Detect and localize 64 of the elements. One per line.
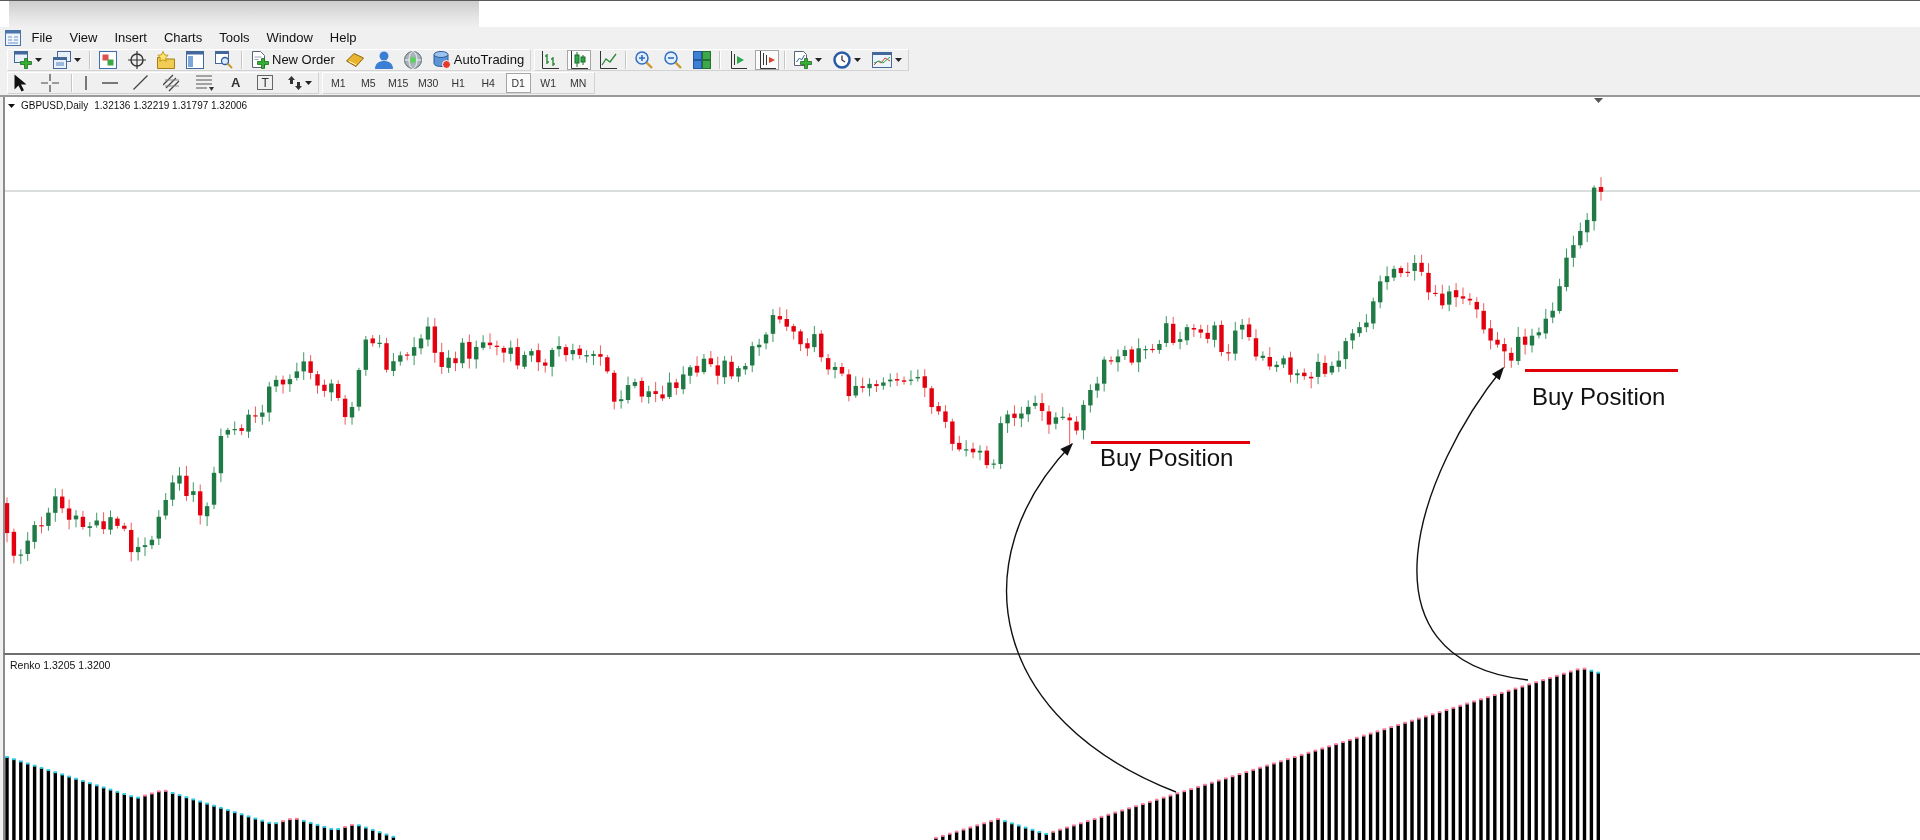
person-icon xyxy=(374,50,393,69)
horizontal-line-icon xyxy=(102,81,118,84)
chart-quotes: 1.32136 1.32219 1.31797 1.32006 xyxy=(94,100,248,111)
navigator-button[interactable] xyxy=(125,49,149,70)
timeframe-button[interactable]: W1 xyxy=(535,72,561,93)
crosshair-icon xyxy=(41,73,59,92)
timeframe-button[interactable]: M30 xyxy=(415,72,441,93)
annotation-label: Buy Position xyxy=(1100,446,1234,470)
menu-item[interactable]: Insert xyxy=(105,27,156,48)
globe-icon xyxy=(403,50,422,69)
fibonacci-button[interactable] xyxy=(193,72,217,93)
vertical-line-icon xyxy=(85,75,87,90)
candlestick-chart-button[interactable] xyxy=(567,49,592,70)
favorites-button[interactable] xyxy=(154,49,178,70)
menu-item[interactable]: Help xyxy=(321,27,366,48)
menu-item[interactable]: Tools xyxy=(210,27,259,48)
crosshair-circle-icon xyxy=(128,50,146,69)
cursor-icon xyxy=(14,73,26,92)
stacked-lines-icon xyxy=(196,74,214,91)
text-tool-button[interactable]: A xyxy=(226,72,246,93)
caret-icon xyxy=(35,57,42,62)
terminal-button[interactable] xyxy=(183,49,207,70)
candlestick-icon xyxy=(570,50,589,69)
caret-icon xyxy=(815,57,823,62)
timeframe-button[interactable]: H4 xyxy=(475,72,501,93)
zoom-in-icon xyxy=(635,50,654,69)
arrows-icon xyxy=(287,75,302,90)
chart-shift-button[interactable] xyxy=(755,49,780,70)
autotrading-button[interactable]: AutoTrading xyxy=(429,49,528,70)
folder-star-icon xyxy=(157,50,175,69)
menu-item[interactable]: View xyxy=(60,27,106,48)
ohlc-bars-icon xyxy=(541,50,560,69)
market-watch-button[interactable] xyxy=(96,49,120,70)
timeframe-button[interactable]: H1 xyxy=(445,72,471,93)
caret-icon xyxy=(304,80,312,85)
zoom-out-icon xyxy=(664,50,683,69)
text-label-button[interactable]: T xyxy=(257,75,273,90)
chart-window-icon xyxy=(872,51,893,68)
caret-icon xyxy=(895,57,903,62)
menu-item[interactable]: File xyxy=(23,27,61,48)
new-order-button[interactable]: New Order xyxy=(248,49,338,70)
profiles-button[interactable] xyxy=(50,49,84,70)
auto-scroll-icon xyxy=(729,50,748,69)
caret-icon xyxy=(854,57,862,62)
timeframe-button[interactable]: M5 xyxy=(355,72,381,93)
timeframe-button[interactable]: M15 xyxy=(385,72,411,93)
chart-shift-icon xyxy=(758,50,777,69)
menu-item[interactable]: Window xyxy=(258,27,322,48)
book-icon xyxy=(345,52,364,67)
indicator-label: Renko 1.3205 1.3200 xyxy=(10,659,111,671)
channel-icon xyxy=(163,73,181,92)
menu-item[interactable]: Charts xyxy=(155,27,211,48)
timeframe-button[interactable]: D1 xyxy=(505,72,531,93)
dropdown-triangle-icon xyxy=(8,103,15,108)
chart-symbol: GBPUSD,Daily xyxy=(21,100,89,111)
tile-windows-icon xyxy=(693,50,712,69)
caret-icon xyxy=(74,57,81,62)
line-chart-icon xyxy=(599,50,618,69)
crosshair-button[interactable] xyxy=(38,72,62,93)
timeframe-button[interactable]: MN xyxy=(565,72,591,93)
trend-line-icon xyxy=(133,75,148,90)
timeframe-button[interactable]: M1 xyxy=(325,72,351,93)
annotation-label: Buy Position xyxy=(1532,385,1666,409)
new-chart-button[interactable] xyxy=(11,49,45,70)
